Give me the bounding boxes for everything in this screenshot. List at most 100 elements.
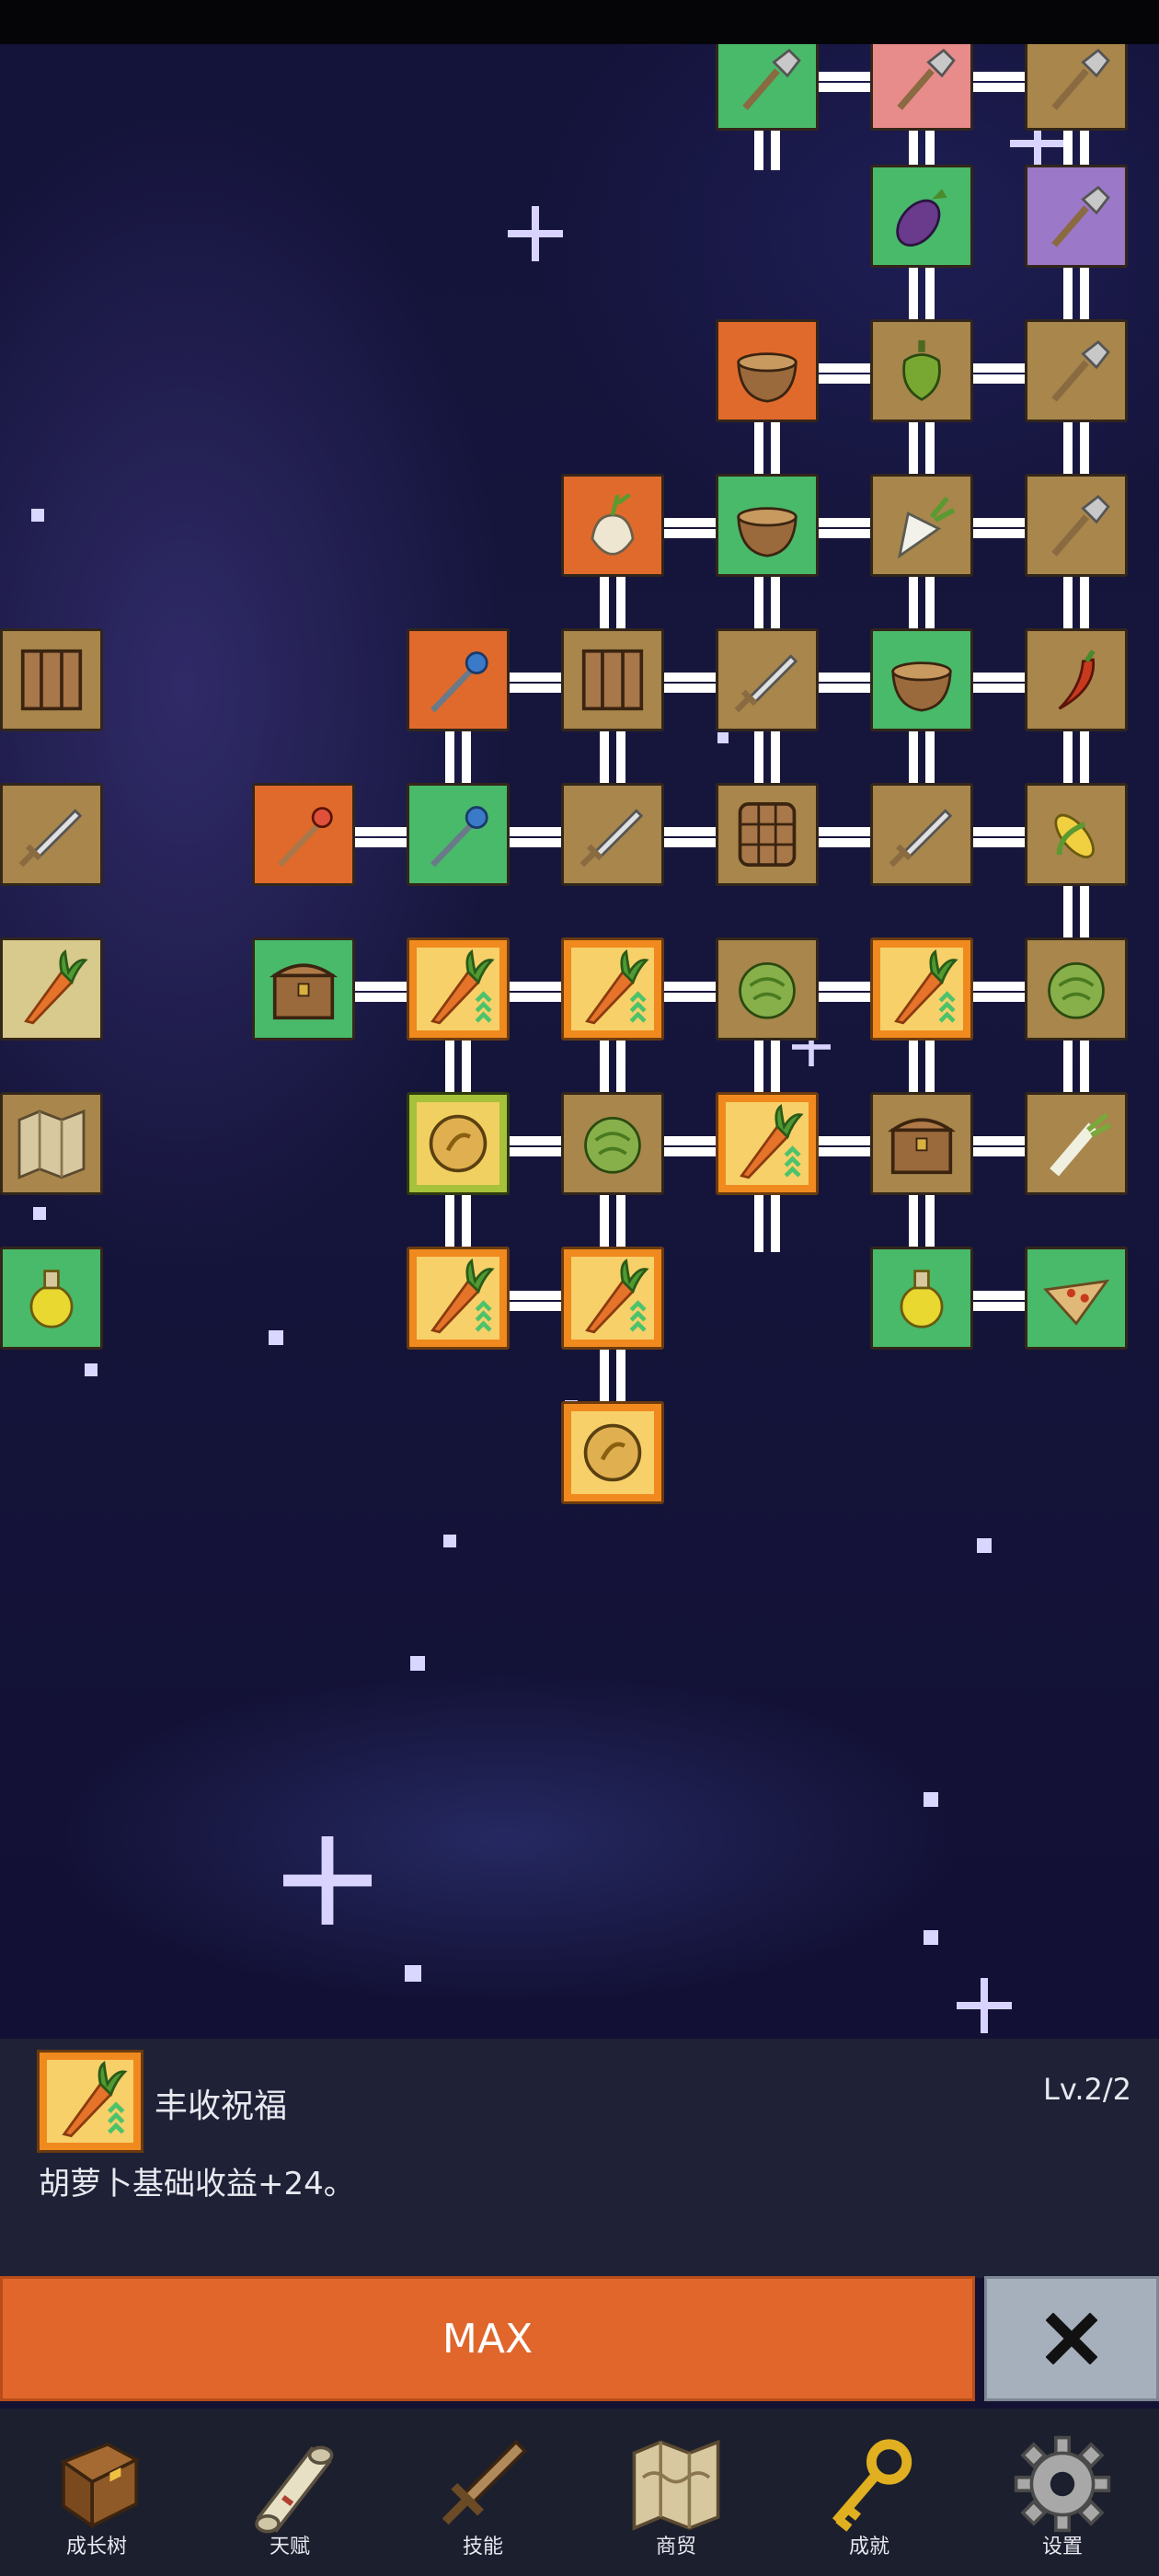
skill-node[interactable]: [716, 1092, 819, 1195]
skill-node[interactable]: [0, 937, 103, 1041]
potion-icon: [900, 1270, 944, 1328]
skill-node[interactable]: [716, 474, 819, 577]
tree-connector: [616, 730, 625, 788]
tree-connector: [909, 1039, 918, 1098]
skill-node[interactable]: [870, 474, 973, 577]
carrot-icon: [430, 949, 495, 1025]
tree-connector: [1063, 266, 1073, 325]
bowl-icon: [737, 352, 798, 403]
bowl-icon: [891, 661, 952, 712]
skill-node[interactable]: [716, 44, 819, 131]
skill-detail-panel: 丰收祝福 Lv.2/2 胡萝卜基础收益+24。: [0, 2039, 1159, 2278]
tree-connector: [925, 266, 935, 325]
tree-connector: [968, 529, 1030, 538]
tree-connector: [771, 730, 780, 788]
tree-connector: [600, 1039, 609, 1098]
tree-connector: [504, 1302, 567, 1311]
skill-node[interactable]: [561, 937, 664, 1041]
tree-connector: [968, 1147, 1030, 1156]
tree-connector: [925, 420, 935, 479]
tree-connector: [462, 730, 471, 788]
tree-connector: [659, 838, 721, 847]
skill-node[interactable]: [870, 783, 973, 886]
skill-node[interactable]: [407, 1247, 510, 1350]
key-icon: [832, 2439, 912, 2532]
book-icon: [60, 2442, 141, 2530]
carrot-icon: [585, 1258, 649, 1334]
nav-item-skills[interactable]: 技能: [386, 2409, 580, 2576]
carrot-icon: [24, 949, 88, 1025]
skill-node[interactable]: [561, 474, 664, 577]
skill-node[interactable]: [1025, 1092, 1128, 1195]
skill-node[interactable]: [870, 44, 973, 131]
skill-node[interactable]: [561, 1401, 664, 1504]
tree-connector: [504, 993, 567, 1002]
skill-node[interactable]: [407, 1092, 510, 1195]
nav-item-growth-tree[interactable]: 成长树: [0, 2409, 193, 2576]
skill-node[interactable]: [1025, 783, 1128, 886]
star: [410, 1656, 425, 1671]
skill-node[interactable]: [407, 937, 510, 1041]
shovel-icon: [1051, 339, 1110, 402]
shovel-icon: [1051, 48, 1110, 110]
skill-node[interactable]: [1025, 937, 1128, 1041]
skill-node[interactable]: [0, 1247, 103, 1350]
tree-connector: [771, 420, 780, 479]
star: [924, 1792, 938, 1807]
tree-connector: [968, 363, 1030, 373]
scroll-icon: [255, 2445, 334, 2534]
tree-connector: [771, 1039, 780, 1098]
skill-node[interactable]: [1025, 1247, 1128, 1350]
skill-node[interactable]: [1025, 44, 1128, 131]
skill-node[interactable]: [561, 1247, 664, 1350]
skill-node[interactable]: [716, 628, 819, 731]
skill-node[interactable]: [870, 1247, 973, 1350]
skill-description: 胡萝卜基础收益+24。: [39, 2166, 355, 2202]
skill-node[interactable]: [407, 783, 510, 886]
skill-node[interactable]: [870, 937, 973, 1041]
skill-node[interactable]: [870, 319, 973, 422]
skill-node[interactable]: [561, 783, 664, 886]
skill-node[interactable]: [252, 937, 355, 1041]
nav-item-settings[interactable]: 设置: [966, 2409, 1159, 2576]
shovel-icon: [742, 48, 801, 110]
tree-connector: [462, 1039, 471, 1098]
map-icon: [17, 1110, 86, 1179]
tree-connector: [968, 684, 1030, 693]
skill-node[interactable]: [561, 1092, 664, 1195]
skill-node[interactable]: [716, 319, 819, 422]
close-button[interactable]: [984, 2276, 1159, 2401]
skill-node[interactable]: [870, 165, 973, 268]
max-button[interactable]: MAX: [0, 2276, 975, 2401]
skill-node[interactable]: [870, 628, 973, 731]
wand-icon: [430, 806, 488, 868]
skill-node[interactable]: [252, 783, 355, 886]
tree-connector: [350, 982, 412, 991]
skill-node[interactable]: [561, 628, 664, 731]
tree-connector: [462, 1193, 471, 1252]
barrel-icon: [738, 802, 797, 867]
tree-connector: [968, 1136, 1030, 1145]
skill-tree-viewport[interactable]: [0, 44, 1159, 2039]
skill-node[interactable]: [0, 1092, 103, 1195]
skill-node[interactable]: [716, 937, 819, 1041]
nav-item-achievements[interactable]: 成就: [773, 2409, 966, 2576]
skill-node[interactable]: [870, 1092, 973, 1195]
coin-icon: [583, 1423, 642, 1482]
tree-connector: [909, 730, 918, 788]
skill-node[interactable]: [0, 783, 103, 886]
skill-node[interactable]: [1025, 165, 1128, 268]
skill-node[interactable]: [716, 783, 819, 886]
garlic-icon: [591, 493, 635, 556]
tree-connector: [1080, 266, 1089, 325]
skill-node[interactable]: [0, 628, 103, 731]
eggplant-icon: [896, 189, 947, 247]
skill-node[interactable]: [1025, 474, 1128, 577]
skill-node[interactable]: [1025, 319, 1128, 422]
nav-item-trade[interactable]: 商贸: [580, 2409, 773, 2576]
nav-item-talent[interactable]: 天赋: [193, 2409, 386, 2576]
skill-node[interactable]: [407, 628, 510, 731]
top-status-bar: [0, 0, 1159, 44]
tree-connector: [445, 730, 454, 788]
skill-node[interactable]: [1025, 628, 1128, 731]
